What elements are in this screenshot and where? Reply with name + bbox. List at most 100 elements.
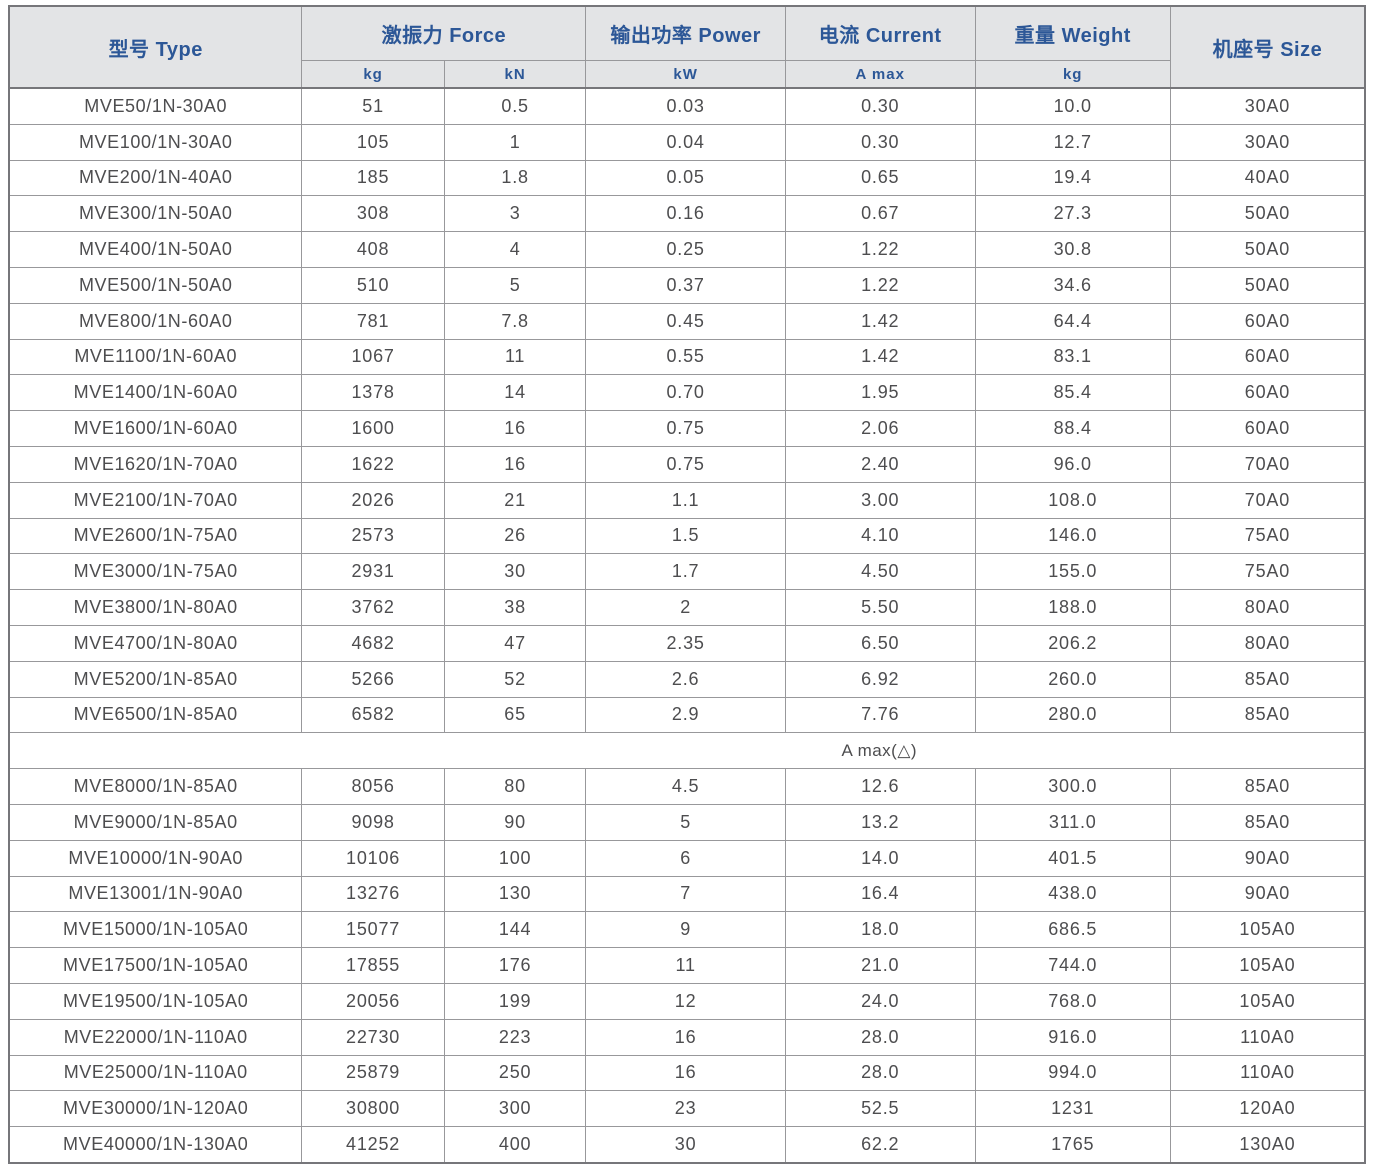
header-weight: 重量 Weight <box>974 5 1171 61</box>
cell-power-kw: 30 <box>585 1126 786 1164</box>
cell-power-kw: 16 <box>585 1054 786 1092</box>
table-row: MVE22000/1N-110A0 22730 223 16 28.0 916.… <box>8 1018 1366 1056</box>
cell-weight-kg: 916.0 <box>974 1018 1171 1056</box>
cell-force-kg: 9098 <box>301 803 445 841</box>
table-row: MVE1100/1N-60A0 1067 11 0.55 1.42 83.1 6… <box>8 338 1366 376</box>
cell-force-kg: 1622 <box>301 445 445 483</box>
header-current: 电流 Current <box>784 5 976 61</box>
cell-power-kw: 2.9 <box>585 696 786 734</box>
cell-power-kw: 7 <box>585 875 786 913</box>
table-row: MVE2600/1N-75A0 2573 26 1.5 4.10 146.0 7… <box>8 517 1366 555</box>
cell-size: 70A0 <box>1169 481 1366 519</box>
cell-type: MVE300/1N-50A0 <box>8 195 303 233</box>
cell-power-kw: 0.45 <box>585 302 786 340</box>
cell-type: MVE15000/1N-105A0 <box>8 911 303 949</box>
cell-type: MVE1600/1N-60A0 <box>8 410 303 447</box>
cell-force-kg: 30800 <box>301 1090 445 1128</box>
table-row: MVE4700/1N-80A0 4682 47 2.35 6.50 206.2 … <box>8 624 1366 662</box>
cell-type: MVE2600/1N-75A0 <box>8 517 303 555</box>
table-row: MVE300/1N-50A0 308 3 0.16 0.67 27.3 50A0 <box>8 195 1366 233</box>
cell-force-kg: 510 <box>301 266 445 304</box>
cell-power-kw: 2 <box>585 589 786 626</box>
cell-weight-kg: 64.4 <box>974 302 1171 340</box>
cell-type: MVE6500/1N-85A0 <box>8 696 303 734</box>
cell-force-kg: 10106 <box>301 839 445 877</box>
cell-type: MVE19500/1N-105A0 <box>8 982 303 1020</box>
table-row: MVE2100/1N-70A0 2026 21 1.1 3.00 108.0 7… <box>8 481 1366 519</box>
cell-type: MVE500/1N-50A0 <box>8 266 303 304</box>
cell-power-kw: 1.5 <box>585 517 786 555</box>
cell-force-kn: 7.8 <box>443 302 587 340</box>
cell-size: 50A0 <box>1169 195 1366 233</box>
cell-power-kw: 0.03 <box>585 87 786 125</box>
cell-power-kw: 5 <box>585 803 786 841</box>
cell-current-amax: 2.40 <box>784 445 976 483</box>
subheader-current-amax: A max <box>784 60 976 89</box>
cell-current-amax: 0.30 <box>784 87 976 125</box>
table-row: MVE200/1N-40A0 185 1.8 0.05 0.65 19.4 40… <box>8 159 1366 197</box>
cell-size: 60A0 <box>1169 302 1366 340</box>
cell-power-kw: 0.05 <box>585 159 786 197</box>
cell-type: MVE5200/1N-85A0 <box>8 660 303 698</box>
cell-current-amax: 1.22 <box>784 231 976 268</box>
cell-power-kw: 0.25 <box>585 231 786 268</box>
cell-force-kn: 300 <box>443 1090 587 1128</box>
cell-weight-kg: 83.1 <box>974 338 1171 376</box>
table-row: MVE50/1N-30A0 51 0.5 0.03 0.30 10.0 30A0 <box>8 87 1366 125</box>
cell-power-kw: 0.16 <box>585 195 786 233</box>
cell-force-kn: 11 <box>443 338 587 376</box>
cell-weight-kg: 146.0 <box>974 517 1171 555</box>
cell-power-kw: 0.75 <box>585 445 786 483</box>
cell-weight-kg: 994.0 <box>974 1054 1171 1092</box>
divider-label: A max(△) <box>841 740 918 760</box>
cell-force-kn: 38 <box>443 589 587 626</box>
cell-force-kg: 8056 <box>301 768 445 805</box>
cell-type: MVE400/1N-50A0 <box>8 231 303 268</box>
cell-size: 85A0 <box>1169 660 1366 698</box>
table-row: MVE25000/1N-110A0 25879 250 16 28.0 994.… <box>8 1054 1366 1092</box>
cell-force-kn: 0.5 <box>443 87 587 125</box>
cell-current-amax: 13.2 <box>784 803 976 841</box>
subheader-force-kn: kN <box>443 60 587 89</box>
spec-table: 型号 Type 激振力 Force 输出功率 Power 电流 Current … <box>8 5 1366 1164</box>
cell-size: 75A0 <box>1169 517 1366 555</box>
cell-size: 110A0 <box>1169 1054 1366 1092</box>
cell-force-kg: 41252 <box>301 1126 445 1164</box>
cell-current-amax: 18.0 <box>784 911 976 949</box>
cell-power-kw: 0.55 <box>585 338 786 376</box>
cell-force-kn: 250 <box>443 1054 587 1092</box>
cell-weight-kg: 438.0 <box>974 875 1171 913</box>
cell-type: MVE3800/1N-80A0 <box>8 589 303 626</box>
cell-force-kg: 408 <box>301 231 445 268</box>
subheader-weight-kg: kg <box>974 60 1171 89</box>
cell-weight-kg: 744.0 <box>974 947 1171 984</box>
cell-type: MVE22000/1N-110A0 <box>8 1018 303 1056</box>
cell-force-kg: 15077 <box>301 911 445 949</box>
cell-type: MVE10000/1N-90A0 <box>8 839 303 877</box>
cell-force-kg: 781 <box>301 302 445 340</box>
cell-current-amax: 2.06 <box>784 410 976 447</box>
cell-current-amax: 4.10 <box>784 517 976 555</box>
cell-power-kw: 1.1 <box>585 481 786 519</box>
cell-size: 120A0 <box>1169 1090 1366 1128</box>
table-row: MVE40000/1N-130A0 41252 400 30 62.2 1765… <box>8 1126 1366 1164</box>
cell-type: MVE3000/1N-75A0 <box>8 553 303 591</box>
catalog-page: 型号 Type 激振力 Force 输出功率 Power 电流 Current … <box>0 0 1373 1164</box>
cell-weight-kg: 260.0 <box>974 660 1171 698</box>
cell-current-amax: 5.50 <box>784 589 976 626</box>
header-type: 型号 Type <box>8 5 303 89</box>
cell-weight-kg: 96.0 <box>974 445 1171 483</box>
cell-force-kn: 100 <box>443 839 587 877</box>
cell-force-kg: 2931 <box>301 553 445 591</box>
cell-power-kw: 0.04 <box>585 123 786 161</box>
cell-current-amax: 16.4 <box>784 875 976 913</box>
cell-weight-kg: 108.0 <box>974 481 1171 519</box>
cell-weight-kg: 1765 <box>974 1126 1171 1164</box>
header-power: 输出功率 Power <box>585 5 786 61</box>
cell-force-kn: 65 <box>443 696 587 734</box>
table-row: MVE15000/1N-105A0 15077 144 9 18.0 686.5… <box>8 911 1366 949</box>
cell-force-kn: 3 <box>443 195 587 233</box>
cell-weight-kg: 155.0 <box>974 553 1171 591</box>
table-row: MVE1620/1N-70A0 1622 16 0.75 2.40 96.0 7… <box>8 445 1366 483</box>
cell-force-kg: 17855 <box>301 947 445 984</box>
